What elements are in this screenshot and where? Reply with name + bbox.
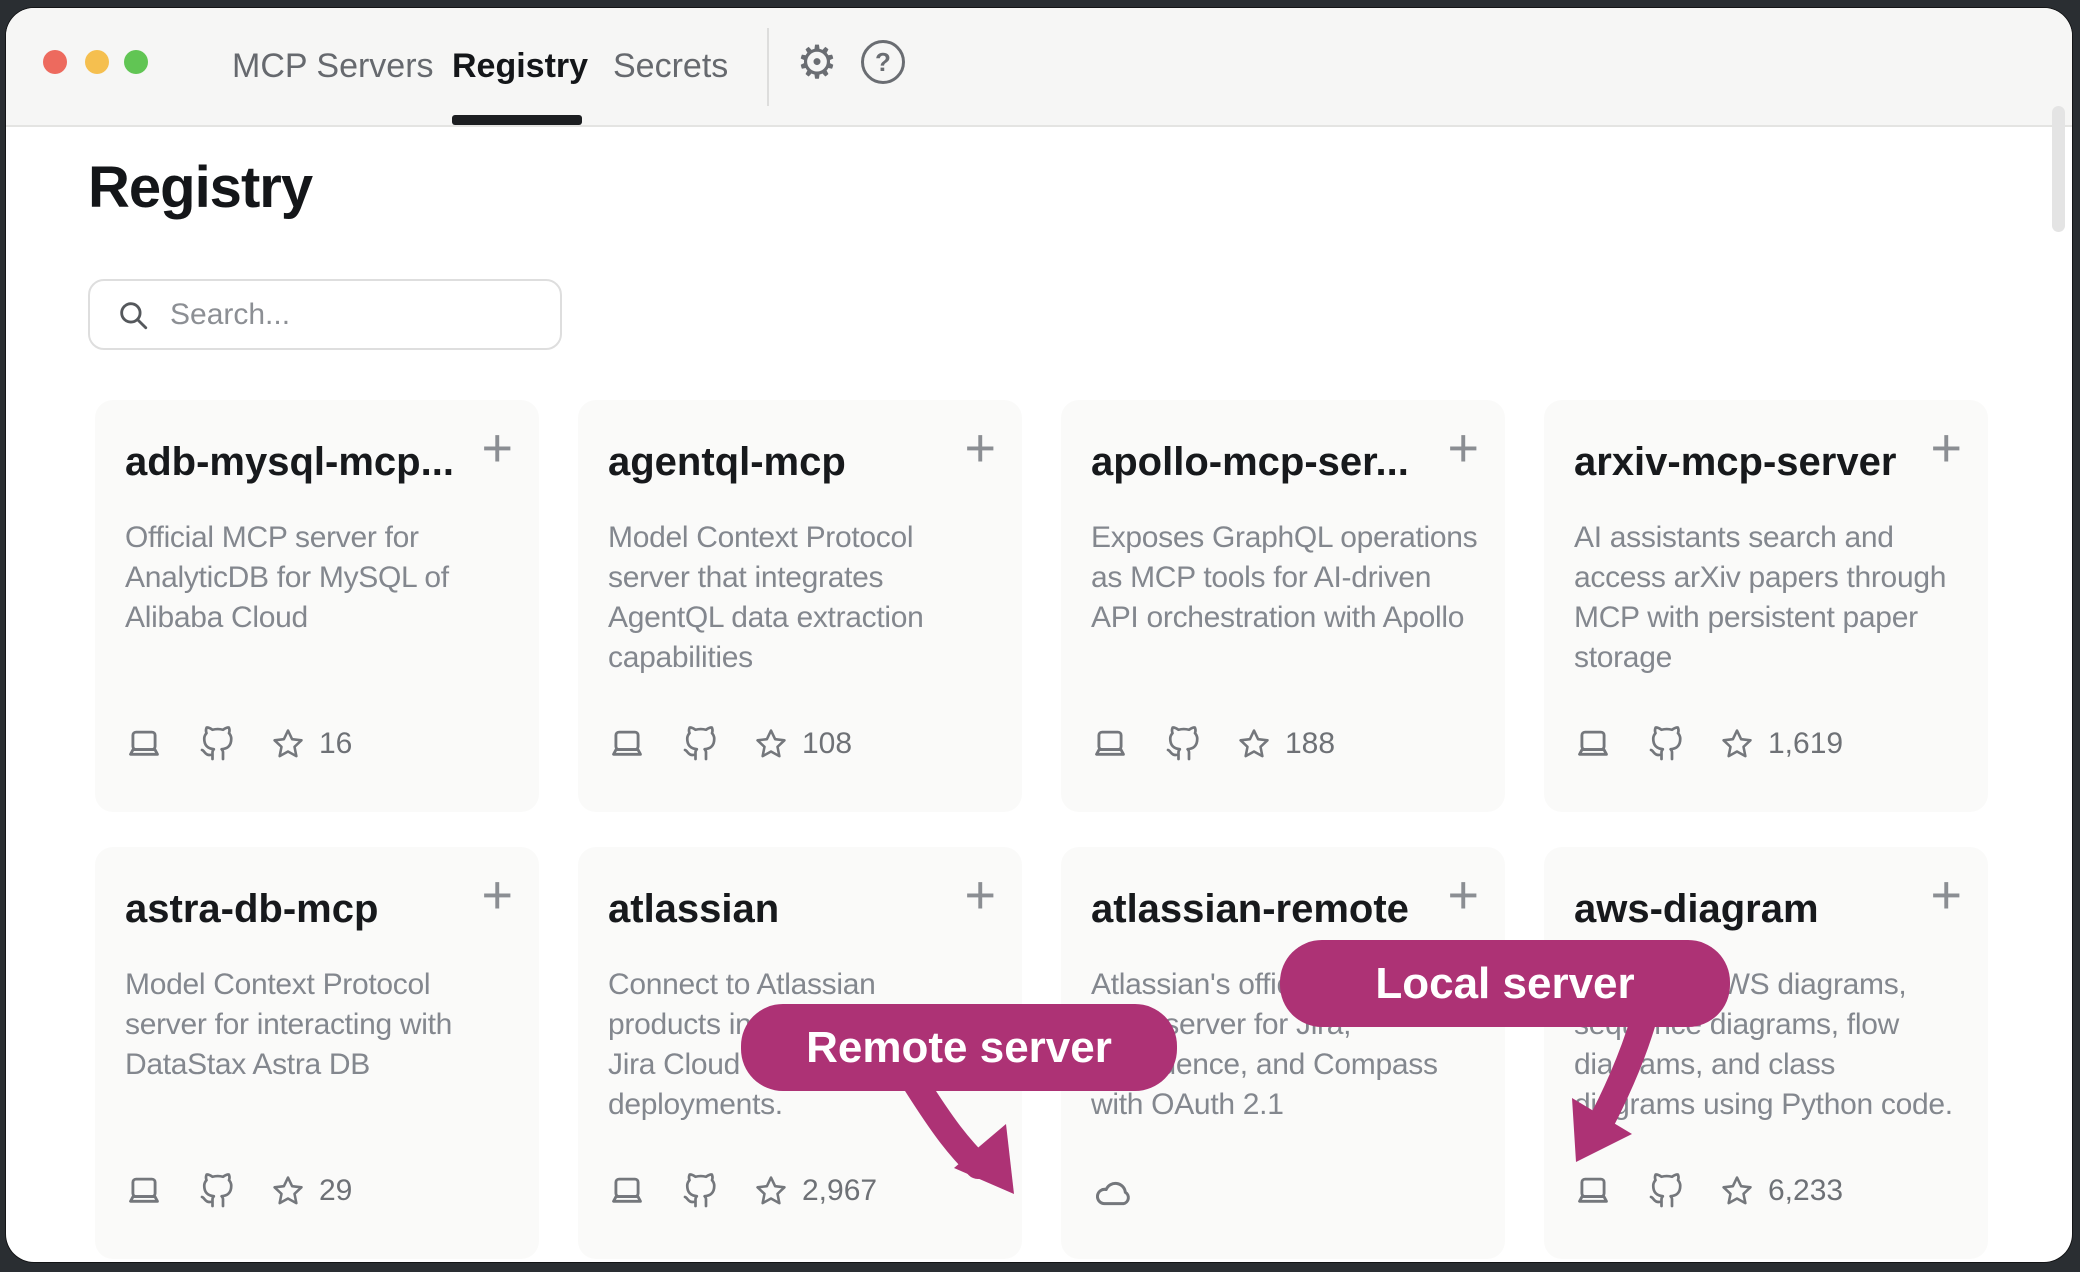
github-stars: 1,619 bbox=[1720, 727, 1843, 761]
github-stars: 29 bbox=[271, 1174, 352, 1208]
server-card-agentql-mcp[interactable]: agentql-mcp + Model Context Protocolserv… bbox=[578, 400, 1022, 812]
server-card-aws-diagram[interactable]: aws-diagram + Generate AWS diagrams,sequ… bbox=[1544, 847, 1988, 1259]
star-icon bbox=[271, 727, 305, 761]
page-title: Registry bbox=[88, 154, 312, 221]
server-card-footer: 1,619 bbox=[1574, 725, 1843, 763]
github-stars: 188 bbox=[1237, 727, 1335, 761]
star-count: 29 bbox=[319, 1174, 352, 1208]
star-count: 108 bbox=[802, 727, 852, 761]
zoom-window-button[interactable] bbox=[124, 50, 148, 74]
app-window: MCP Servers Registry Secrets ⚙ ? Registr… bbox=[6, 8, 2072, 1262]
server-card-footer: 2,967 bbox=[608, 1172, 877, 1210]
server-card-footer: 6,233 bbox=[1574, 1172, 1843, 1210]
github-icon bbox=[682, 1173, 718, 1209]
local-server-callout: Local server bbox=[1280, 940, 1730, 1027]
github-icon bbox=[199, 1173, 235, 1209]
tab-secrets[interactable]: Secrets bbox=[613, 8, 728, 125]
laptop-icon bbox=[608, 1172, 646, 1210]
server-name: agentql-mcp bbox=[608, 440, 938, 485]
tab-registry[interactable]: Registry bbox=[452, 8, 588, 125]
server-name: adb-mysql-mcp... bbox=[125, 440, 455, 485]
remote-server-callout: Remote server bbox=[741, 1004, 1177, 1091]
star-count: 6,233 bbox=[1768, 1174, 1843, 1208]
settings-gear-icon[interactable]: ⚙ bbox=[793, 38, 841, 86]
server-card-footer: 29 bbox=[125, 1172, 352, 1210]
server-card-arxiv-mcp-server[interactable]: arxiv-mcp-server + AI assistants search … bbox=[1544, 400, 1988, 812]
star-icon bbox=[754, 727, 788, 761]
star-icon bbox=[754, 1174, 788, 1208]
add-server-button[interactable]: + bbox=[1447, 865, 1479, 925]
star-icon bbox=[1720, 727, 1754, 761]
laptop-icon bbox=[1574, 1172, 1612, 1210]
server-description: Official MCP server forAnalyticDB for My… bbox=[125, 518, 529, 638]
server-name: aws-diagram bbox=[1574, 887, 1904, 932]
server-name: apollo-mcp-ser... bbox=[1091, 440, 1421, 485]
add-server-button[interactable]: + bbox=[1930, 418, 1962, 478]
add-server-button[interactable]: + bbox=[1930, 865, 1962, 925]
add-server-button[interactable]: + bbox=[964, 418, 996, 478]
add-server-button[interactable]: + bbox=[964, 865, 996, 925]
star-count: 2,967 bbox=[802, 1174, 877, 1208]
server-description: Model Context Protocolserver that integr… bbox=[608, 518, 1012, 678]
local-server-callout-label: Local server bbox=[1375, 959, 1634, 1009]
server-card-footer: 16 bbox=[125, 725, 352, 763]
server-card-astra-db-mcp[interactable]: astra-db-mcp + Model Context Protocolser… bbox=[95, 847, 539, 1259]
laptop-icon bbox=[1091, 725, 1129, 763]
header-divider bbox=[767, 28, 769, 106]
github-stars: 108 bbox=[754, 727, 852, 761]
remote-server-callout-label: Remote server bbox=[806, 1023, 1112, 1073]
minimize-window-button[interactable] bbox=[85, 50, 109, 74]
star-count: 188 bbox=[1285, 727, 1335, 761]
add-server-button[interactable]: + bbox=[1447, 418, 1479, 478]
github-icon bbox=[199, 726, 235, 762]
scrollbar-thumb[interactable] bbox=[2052, 106, 2065, 232]
search-icon bbox=[116, 298, 150, 332]
star-icon bbox=[1237, 727, 1271, 761]
github-stars: 2,967 bbox=[754, 1174, 877, 1208]
server-description: Model Context Protocolserver for interac… bbox=[125, 965, 529, 1085]
help-icon[interactable]: ? bbox=[859, 38, 907, 86]
server-card-apollo-mcp-server[interactable]: apollo-mcp-ser... + Exposes GraphQL oper… bbox=[1061, 400, 1505, 812]
laptop-icon bbox=[608, 725, 646, 763]
github-stars: 16 bbox=[271, 727, 352, 761]
server-name: atlassian-remote bbox=[1091, 887, 1421, 932]
cloud-icon bbox=[1091, 1172, 1135, 1212]
star-icon bbox=[271, 1174, 305, 1208]
add-server-button[interactable]: + bbox=[481, 418, 513, 478]
github-icon bbox=[682, 726, 718, 762]
server-card-footer bbox=[1091, 1172, 1135, 1212]
laptop-icon bbox=[1574, 725, 1612, 763]
github-icon bbox=[1165, 726, 1201, 762]
github-icon bbox=[1648, 1173, 1684, 1209]
server-name: arxiv-mcp-server bbox=[1574, 440, 1904, 485]
server-card-adb-mysql-mcp[interactable]: adb-mysql-mcp... + Official MCP server f… bbox=[95, 400, 539, 812]
star-count: 16 bbox=[319, 727, 352, 761]
tab-mcp-servers[interactable]: MCP Servers bbox=[232, 8, 434, 125]
close-window-button[interactable] bbox=[43, 50, 67, 74]
search-box[interactable] bbox=[88, 279, 562, 350]
laptop-icon bbox=[125, 1172, 163, 1210]
server-description: AI assistants search andaccess arXiv pap… bbox=[1574, 518, 1978, 678]
server-card-footer: 188 bbox=[1091, 725, 1335, 763]
active-tab-indicator bbox=[452, 115, 582, 125]
server-name: astra-db-mcp bbox=[125, 887, 455, 932]
server-description: Exposes GraphQL operationsas MCP tools f… bbox=[1091, 518, 1495, 638]
github-stars: 6,233 bbox=[1720, 1174, 1843, 1208]
header-toolbar: MCP Servers Registry Secrets ⚙ ? bbox=[6, 8, 2072, 127]
server-name: atlassian bbox=[608, 887, 938, 932]
server-card-footer: 108 bbox=[608, 725, 852, 763]
laptop-icon bbox=[125, 725, 163, 763]
search-input[interactable] bbox=[168, 297, 532, 333]
star-icon bbox=[1720, 1174, 1754, 1208]
github-icon bbox=[1648, 726, 1684, 762]
star-count: 1,619 bbox=[1768, 727, 1843, 761]
add-server-button[interactable]: + bbox=[481, 865, 513, 925]
